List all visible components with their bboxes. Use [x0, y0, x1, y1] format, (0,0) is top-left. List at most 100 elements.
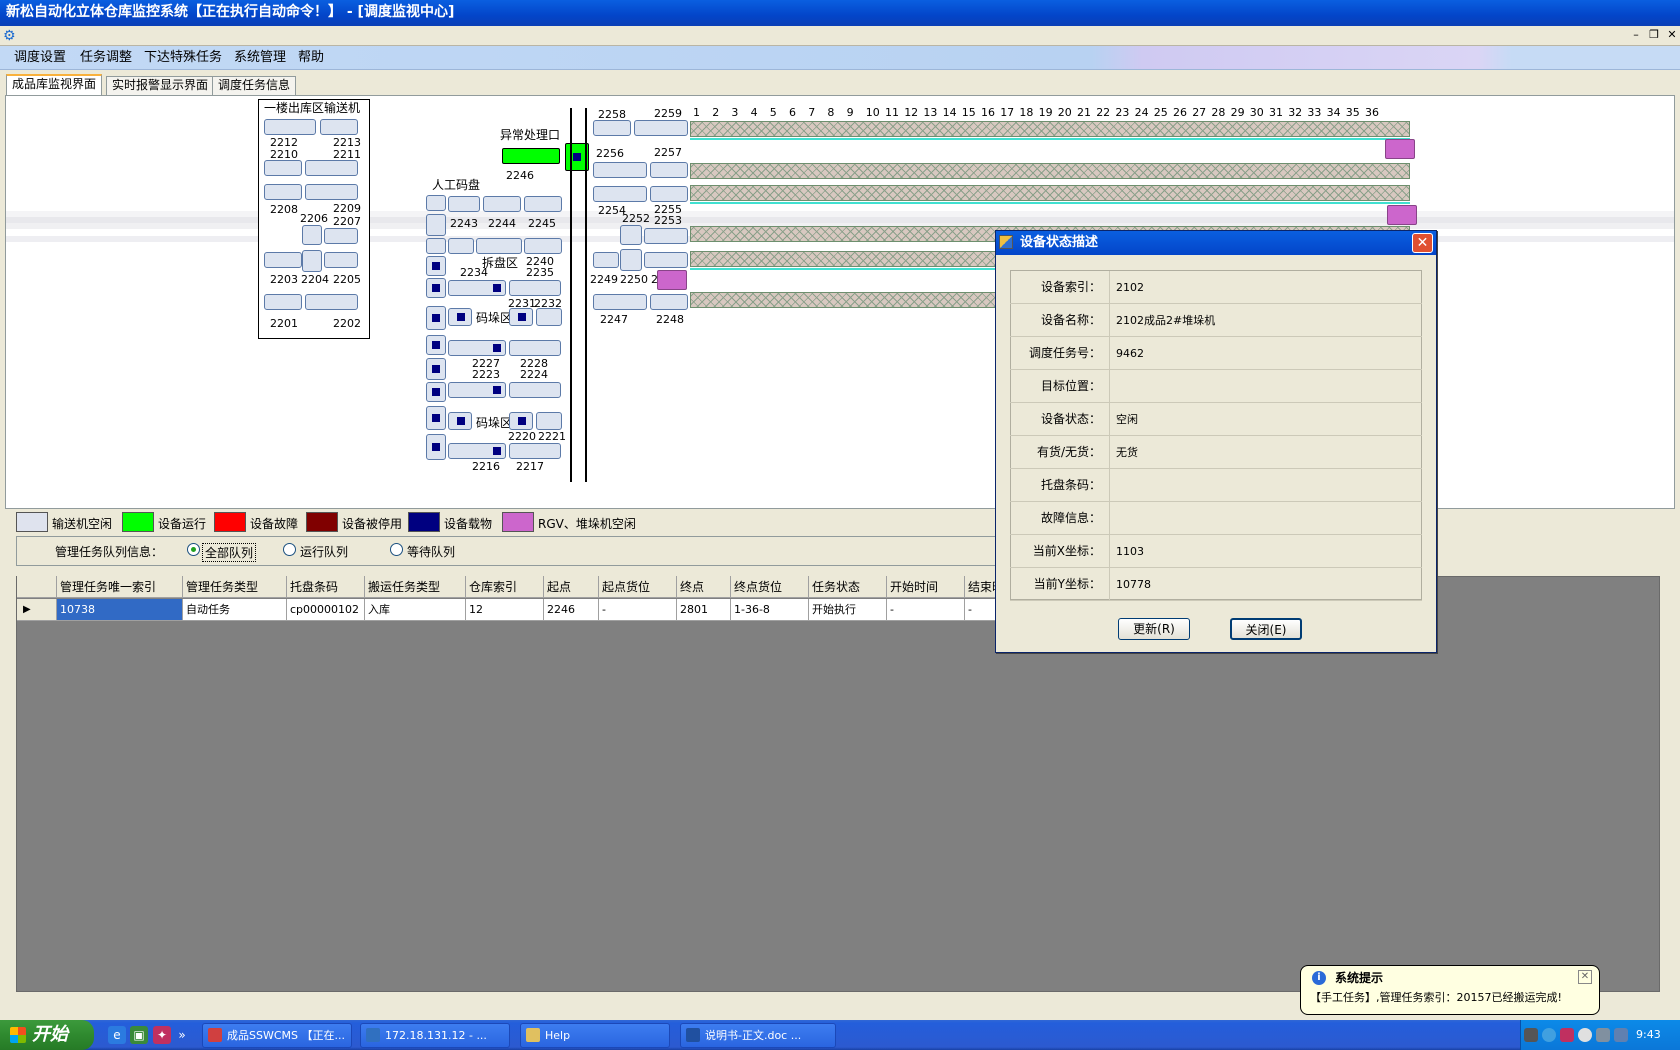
network-icon[interactable] — [1542, 1028, 1556, 1042]
taskbar-item-word-doc[interactable]: 说明书-正文.doc ... — [680, 1023, 836, 1048]
conveyor-2252[interactable] — [620, 225, 642, 245]
conveyor-2213[interactable] — [320, 119, 358, 135]
conveyor-2244[interactable] — [483, 196, 521, 212]
conveyor-2203[interactable] — [264, 252, 302, 268]
conveyor-2223[interactable] — [448, 382, 506, 398]
conveyor-2243[interactable] — [448, 196, 480, 212]
grid-header[interactable]: 终点货位 — [731, 576, 809, 598]
grid-header[interactable]: 起点 — [544, 576, 599, 598]
radio-waiting-queue-label[interactable]: 等待队列 — [407, 543, 455, 560]
grid-header[interactable]: 搬运任务类型 — [365, 576, 466, 598]
table-cell[interactable]: 入库 — [365, 599, 466, 621]
grid-header[interactable]: 终点 — [677, 576, 731, 598]
conveyor-cell[interactable] — [426, 238, 446, 254]
tab-schedule-task-info[interactable]: 调度任务信息 — [212, 76, 297, 95]
conveyor-loaded[interactable] — [426, 335, 446, 355]
conveyor-2228[interactable] — [509, 340, 561, 356]
conveyor-loaded[interactable] — [426, 278, 446, 298]
menu-schedule-settings[interactable]: 调度设置 — [14, 46, 66, 70]
conveyor-loaded[interactable] — [426, 256, 446, 276]
taskbar-item-help[interactable]: Help — [520, 1023, 670, 1048]
dialog-close-icon[interactable]: ✕ — [1412, 233, 1433, 253]
conveyor-2207[interactable] — [324, 228, 358, 244]
conveyor-loaded[interactable] — [426, 306, 446, 330]
grid-header[interactable]: 管理任务唯一索引 — [57, 576, 183, 598]
conveyor-2201[interactable] — [264, 294, 302, 310]
quicklaunch-overflow-icon[interactable]: » — [176, 1026, 188, 1044]
table-cell[interactable]: 1-36-8 — [731, 599, 809, 621]
stacker-crane-idle[interactable] — [1387, 205, 1417, 225]
table-cell[interactable]: 2801 — [677, 599, 731, 621]
table-cell[interactable]: 开始执行 — [809, 599, 887, 621]
conveyor-2258[interactable] — [593, 120, 631, 136]
table-cell[interactable]: - — [887, 599, 965, 621]
mdi-restore-button[interactable]: ❐ — [1646, 28, 1662, 42]
tab-product-warehouse-monitor[interactable]: 成品库监视界面 — [6, 74, 103, 96]
clock[interactable]: 9:43 — [1636, 1020, 1661, 1050]
conveyor-2232[interactable] — [536, 308, 562, 326]
conveyor-loaded[interactable] — [448, 308, 472, 326]
ie-icon[interactable]: e — [108, 1026, 126, 1044]
conveyor-2247[interactable] — [593, 294, 647, 310]
menu-special-task[interactable]: 下达特殊任务 — [144, 46, 222, 70]
conveyor-2257[interactable] — [650, 162, 688, 178]
balloon-close-icon[interactable]: ✕ — [1578, 970, 1592, 984]
grid-header[interactable]: 托盘条码 — [287, 576, 365, 598]
table-cell[interactable]: 2246 — [544, 599, 599, 621]
mdi-minimize-button[interactable]: – — [1628, 28, 1644, 42]
keyboard-icon[interactable] — [1524, 1028, 1538, 1042]
conveyor-2245[interactable] — [524, 196, 562, 212]
grid-header[interactable]: 管理任务类型 — [183, 576, 287, 598]
radio-all-queue-label[interactable]: 全部队列 — [202, 543, 257, 562]
update-button[interactable]: 更新(R) — [1118, 618, 1190, 640]
conveyor-2220[interactable] — [509, 412, 533, 430]
conveyor-2216[interactable] — [448, 443, 506, 459]
conveyor-2210[interactable] — [264, 160, 302, 176]
conveyor-2234[interactable] — [448, 280, 506, 296]
table-cell[interactable]: 12 — [466, 599, 544, 621]
tab-realtime-alarm[interactable]: 实时报警显示界面 — [106, 76, 215, 95]
conveyor-2208[interactable] — [264, 184, 302, 200]
grid-header[interactable]: 结束时 — [965, 576, 997, 598]
display-tray-icon[interactable] — [1614, 1028, 1628, 1042]
conveyor-2259[interactable] — [634, 120, 688, 136]
settings-tray-icon[interactable] — [1578, 1028, 1592, 1042]
conveyor-2205[interactable] — [324, 252, 358, 268]
radio-running-queue[interactable] — [283, 543, 296, 556]
conveyor-2211[interactable] — [305, 160, 358, 176]
app-quicklaunch-icon[interactable]: ✦ — [153, 1026, 171, 1044]
table-cell[interactable]: 自动任务 — [183, 599, 287, 621]
rgv-idle[interactable] — [657, 270, 687, 290]
conveyor-cell[interactable] — [448, 238, 474, 254]
conveyor-2235[interactable] — [509, 280, 561, 296]
table-cell[interactable]: - — [599, 599, 677, 621]
radio-running-queue-label[interactable]: 运行队列 — [300, 543, 348, 560]
conveyor-2255[interactable] — [650, 186, 688, 202]
menu-system-management[interactable]: 系统管理 — [234, 46, 286, 70]
menu-task-adjust[interactable]: 任务调整 — [80, 46, 132, 70]
conveyor-cell[interactable] — [426, 195, 446, 211]
menu-help[interactable]: 帮助 — [298, 46, 324, 70]
desktop-icon[interactable]: ▣ — [130, 1026, 148, 1044]
conveyor-2224[interactable] — [509, 382, 561, 398]
conveyor-loaded[interactable] — [448, 412, 472, 430]
conveyor-2254[interactable] — [593, 186, 647, 202]
conveyor-2250[interactable] — [620, 249, 642, 271]
conveyor-2217[interactable] — [509, 443, 561, 459]
conveyor-loaded[interactable] — [426, 434, 446, 460]
conveyor-2212[interactable] — [264, 119, 316, 135]
radio-waiting-queue[interactable] — [390, 543, 403, 556]
conveyor-2227[interactable] — [448, 340, 506, 356]
conveyor-cell[interactable] — [644, 252, 688, 268]
conveyor-2256[interactable] — [593, 162, 647, 178]
app-tray-icon[interactable] — [1560, 1028, 1574, 1042]
taskbar-item-sswcms[interactable]: 成品SSWCMS 【正在... — [202, 1023, 352, 1048]
grid-header[interactable]: 起点货位 — [599, 576, 677, 598]
table-cell[interactable]: 10738 — [57, 599, 183, 621]
conveyor-2249[interactable] — [593, 252, 619, 268]
conveyor-2221[interactable] — [536, 412, 562, 430]
conveyor-2231[interactable] — [509, 308, 533, 326]
grid-row-marker[interactable]: ▶ — [17, 599, 57, 621]
conveyor-2202[interactable] — [305, 294, 358, 310]
table-cell[interactable]: cp00000102 — [287, 599, 365, 621]
